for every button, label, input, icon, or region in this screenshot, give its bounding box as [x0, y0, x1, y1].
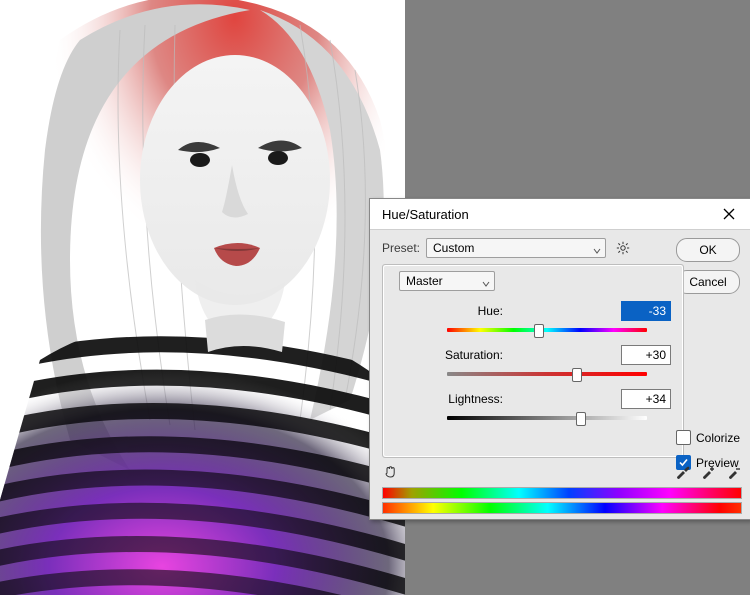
- preset-value: Custom: [433, 241, 474, 255]
- sliders-group: Master Hue: -33 Saturation: +30: [382, 264, 684, 458]
- ok-button[interactable]: OK: [676, 238, 740, 262]
- saturation-slider[interactable]: [447, 369, 647, 379]
- hue-saturation-dialog: Hue/Saturation Preset: Custom OK Cancel: [369, 198, 750, 520]
- eyedropper-icon[interactable]: [674, 464, 690, 480]
- lightness-gradient: [447, 416, 647, 420]
- saturation-gradient: [447, 372, 647, 376]
- channel-combo[interactable]: Master: [399, 271, 495, 291]
- hue-thumb[interactable]: [534, 324, 544, 338]
- cancel-button[interactable]: Cancel: [676, 270, 740, 294]
- lightness-thumb[interactable]: [576, 412, 586, 426]
- lightness-label: Lightness:: [395, 392, 509, 406]
- saturation-input[interactable]: +30: [621, 345, 671, 365]
- portrait-artwork: [0, 0, 405, 595]
- channel-value: Master: [406, 274, 443, 288]
- colorize-label: Colorize: [696, 431, 740, 445]
- output-spectrum-ramp[interactable]: [382, 502, 742, 514]
- targeted-adjustment-tool[interactable]: [382, 463, 400, 481]
- preset-combo[interactable]: Custom: [426, 238, 606, 258]
- eyedropper-subtract-icon[interactable]: [726, 464, 742, 480]
- preset-label: Preset:: [382, 241, 420, 255]
- dialog-title: Hue/Saturation: [382, 207, 712, 222]
- colorize-checkbox[interactable]: [676, 430, 691, 445]
- hue-slider[interactable]: [447, 325, 647, 335]
- canvas-document[interactable]: [0, 0, 405, 595]
- lightness-input[interactable]: +34: [621, 389, 671, 409]
- close-button[interactable]: [712, 199, 746, 229]
- hue-input[interactable]: -33: [621, 301, 671, 321]
- hue-label: Hue:: [395, 304, 509, 318]
- dialog-titlebar[interactable]: Hue/Saturation: [370, 199, 750, 230]
- hue-gradient: [447, 328, 647, 332]
- input-spectrum-ramp[interactable]: [382, 487, 742, 499]
- chevron-down-icon: [482, 277, 490, 285]
- saturation-label: Saturation:: [395, 348, 509, 362]
- saturation-thumb[interactable]: [572, 368, 582, 382]
- lightness-slider[interactable]: [447, 413, 647, 423]
- chevron-down-icon: [593, 244, 601, 252]
- eyedropper-add-icon[interactable]: [700, 464, 716, 480]
- preset-options-button[interactable]: [612, 241, 634, 255]
